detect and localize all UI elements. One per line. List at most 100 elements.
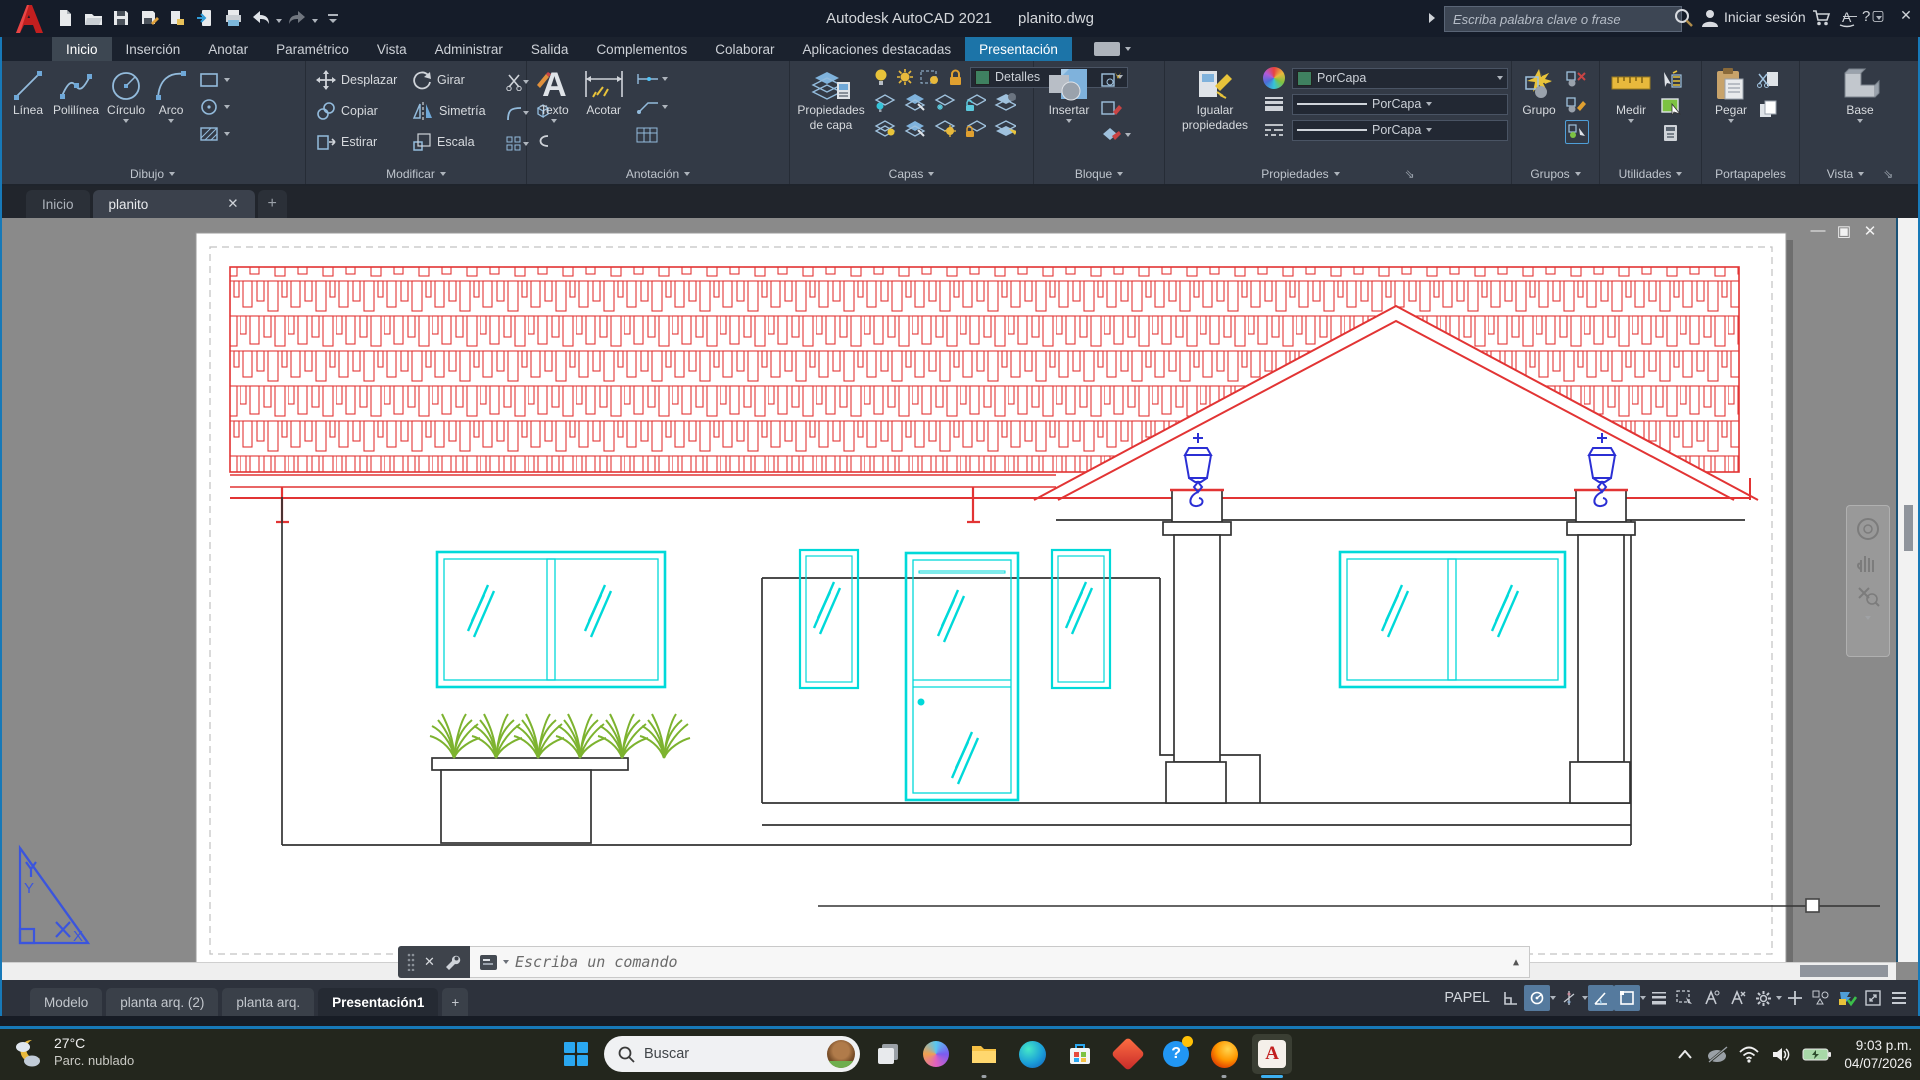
ortho-mode-icon[interactable] — [1556, 985, 1582, 1011]
zoom-extents-icon[interactable] — [1855, 582, 1881, 608]
aislar-capa-icon[interactable] — [904, 91, 926, 113]
panel-label-modificar[interactable]: Modificar — [306, 163, 526, 184]
copilot-button[interactable] — [916, 1034, 956, 1074]
layout-tab-planta-arq[interactable]: planta arq. — [222, 988, 314, 1016]
command-line-handle[interactable]: ✕ — [398, 946, 470, 978]
igualar-capa-icon[interactable] — [994, 116, 1016, 138]
directriz-icon[interactable] — [636, 96, 658, 118]
grupo-button[interactable]: Grupo — [1516, 66, 1562, 119]
linea-button[interactable]: Línea — [8, 66, 48, 119]
base-button[interactable]: Base — [1836, 66, 1884, 124]
layout-tab-modelo[interactable]: Modelo — [30, 988, 102, 1016]
texto-button[interactable]: A Texto — [537, 66, 572, 124]
reutilizar-capa-icon[interactable] — [934, 116, 956, 138]
customize-wrench-icon[interactable] — [444, 954, 461, 971]
help-quiz-app-button[interactable]: ? — [1156, 1034, 1196, 1074]
ribbon-tab-complementos[interactable]: Complementos — [582, 37, 701, 61]
desactivar-capa-icon[interactable] — [874, 91, 896, 113]
grid-display-icon[interactable] — [1498, 985, 1524, 1011]
capa-activada-icon[interactable] — [872, 66, 890, 88]
simetria-button[interactable]: Simetría — [410, 97, 502, 124]
command-history-up-icon[interactable]: ▲ — [1513, 957, 1519, 968]
linetype-icon[interactable] — [1263, 119, 1285, 141]
copiar-button[interactable]: Copiar — [314, 97, 410, 124]
drawing-canvas[interactable]: Y X — [0, 218, 1920, 980]
recent-commands-icon[interactable] — [503, 960, 509, 964]
file-explorer-button[interactable] — [964, 1034, 1004, 1074]
object-snap-icon[interactable] — [1614, 985, 1640, 1011]
autoscale-annotation-icon[interactable] — [1724, 985, 1750, 1011]
panel-label-capas[interactable]: Capas — [790, 163, 1033, 184]
horizontal-scrollbar-thumb[interactable] — [1800, 965, 1888, 977]
navigation-bar[interactable] — [1846, 505, 1890, 657]
start-button[interactable] — [556, 1034, 596, 1074]
snap-mode-icon[interactable] — [1524, 985, 1550, 1011]
ribbon-tab-insercion[interactable]: Inserción — [112, 37, 195, 61]
inutilizar-capa-icon[interactable] — [934, 91, 956, 113]
navbar-more-icon[interactable] — [1865, 616, 1871, 620]
clean-screen-icon[interactable] — [1860, 985, 1886, 1011]
rectangulo-icon[interactable] — [198, 69, 220, 91]
vertical-scrollbar[interactable] — [1896, 218, 1920, 962]
linetype-select[interactable]: PorCapa — [1292, 120, 1508, 141]
restablecer-capa-icon[interactable] — [904, 116, 926, 138]
sombreado-dropdown-icon[interactable] — [224, 132, 230, 136]
bloquear-capa-icon[interactable] — [946, 66, 964, 88]
calculadora-rapida-icon[interactable] — [1660, 122, 1682, 144]
panel-label-propiedades[interactable]: Propiedades⇘ — [1165, 163, 1511, 184]
recortar-icon[interactable] — [505, 73, 529, 91]
selection-cycling-icon[interactable] — [1672, 985, 1698, 1011]
crosshair-toggle-icon[interactable] — [1782, 985, 1808, 1011]
propiedades-de-capa-button[interactable]: Propiedades de capa — [795, 66, 867, 134]
file-tab-inicio[interactable]: Inicio — [26, 190, 90, 218]
autocad-taskbar-button[interactable]: A — [1252, 1034, 1292, 1074]
ribbon-display-toggle[interactable] — [1094, 37, 1131, 61]
vp-close-icon[interactable]: ✕ — [1858, 222, 1882, 240]
transparencia-capa-icon[interactable] — [994, 91, 1016, 113]
medir-button[interactable]: Medir — [1606, 66, 1656, 124]
capa-sol-icon[interactable] — [896, 66, 914, 88]
color-wheel-icon[interactable] — [1263, 67, 1285, 89]
editar-grupo-icon[interactable] — [1565, 94, 1587, 116]
editar-bloque-icon[interactable] — [1100, 96, 1122, 118]
cota-lineal-icon[interactable] — [636, 68, 658, 90]
panel-label-dibujo[interactable]: Dibujo — [0, 163, 305, 184]
acotar-button[interactable]: Acotar — [578, 66, 630, 119]
new-layout-button[interactable]: + — [442, 988, 468, 1016]
tabla-icon[interactable] — [636, 124, 658, 146]
desplazar-button[interactable]: Desplazar — [314, 66, 410, 93]
file-tab-close-icon[interactable]: ✕ — [227, 196, 238, 212]
isolate-objects-icon[interactable] — [1808, 985, 1834, 1011]
user-icon[interactable] — [1700, 8, 1720, 28]
red-diamond-app-button[interactable] — [1108, 1034, 1148, 1074]
microsoft-store-button[interactable] — [1060, 1034, 1100, 1074]
crear-bloque-icon[interactable] — [1100, 68, 1122, 90]
descomponer-grupo-icon[interactable] — [1565, 68, 1587, 90]
igualar-propiedades-button[interactable]: Igualar propiedades — [1173, 66, 1257, 134]
annotation-visibility-icon[interactable] — [1698, 985, 1724, 1011]
sombreado-icon[interactable] — [198, 123, 220, 145]
firefox-button[interactable] — [1204, 1034, 1244, 1074]
panel-label-utilidades[interactable]: Utilidades — [1600, 163, 1701, 184]
customization-menu-icon[interactable] — [1886, 985, 1912, 1011]
ribbon-tab-administrar[interactable]: Administrar — [421, 37, 517, 61]
vertical-scrollbar-thumb[interactable] — [1904, 505, 1913, 551]
sign-in-button[interactable]: Iniciar sesión — [1724, 9, 1806, 25]
close-button[interactable]: ✕ — [1892, 0, 1920, 30]
ribbon-tab-parametrico[interactable]: Paramétrico — [262, 37, 363, 61]
command-input[interactable]: Escriba un comando ▲ — [470, 946, 1530, 978]
pan-hand-icon[interactable] — [1855, 550, 1881, 574]
steering-wheel-icon[interactable] — [1855, 516, 1881, 542]
pegar-button[interactable]: Pegar — [1710, 66, 1752, 124]
taskbar-search[interactable]: Buscar — [604, 1036, 860, 1072]
search-expand-icon[interactable] — [1428, 12, 1436, 24]
rectangulo-dropdown-icon[interactable] — [224, 78, 230, 82]
elipse-icon[interactable] — [198, 96, 220, 118]
task-view-button[interactable] — [868, 1034, 908, 1074]
new-drawing-tab-button[interactable]: + — [258, 190, 287, 218]
lineweight-display-icon[interactable] — [1646, 985, 1672, 1011]
hidden-icons-chevron[interactable] — [1672, 1042, 1698, 1068]
minimize-button[interactable]: — — [1836, 0, 1864, 30]
lineweight-icon[interactable] — [1263, 93, 1285, 115]
ribbon-tab-aplicaciones[interactable]: Aplicaciones destacadas — [789, 37, 966, 61]
